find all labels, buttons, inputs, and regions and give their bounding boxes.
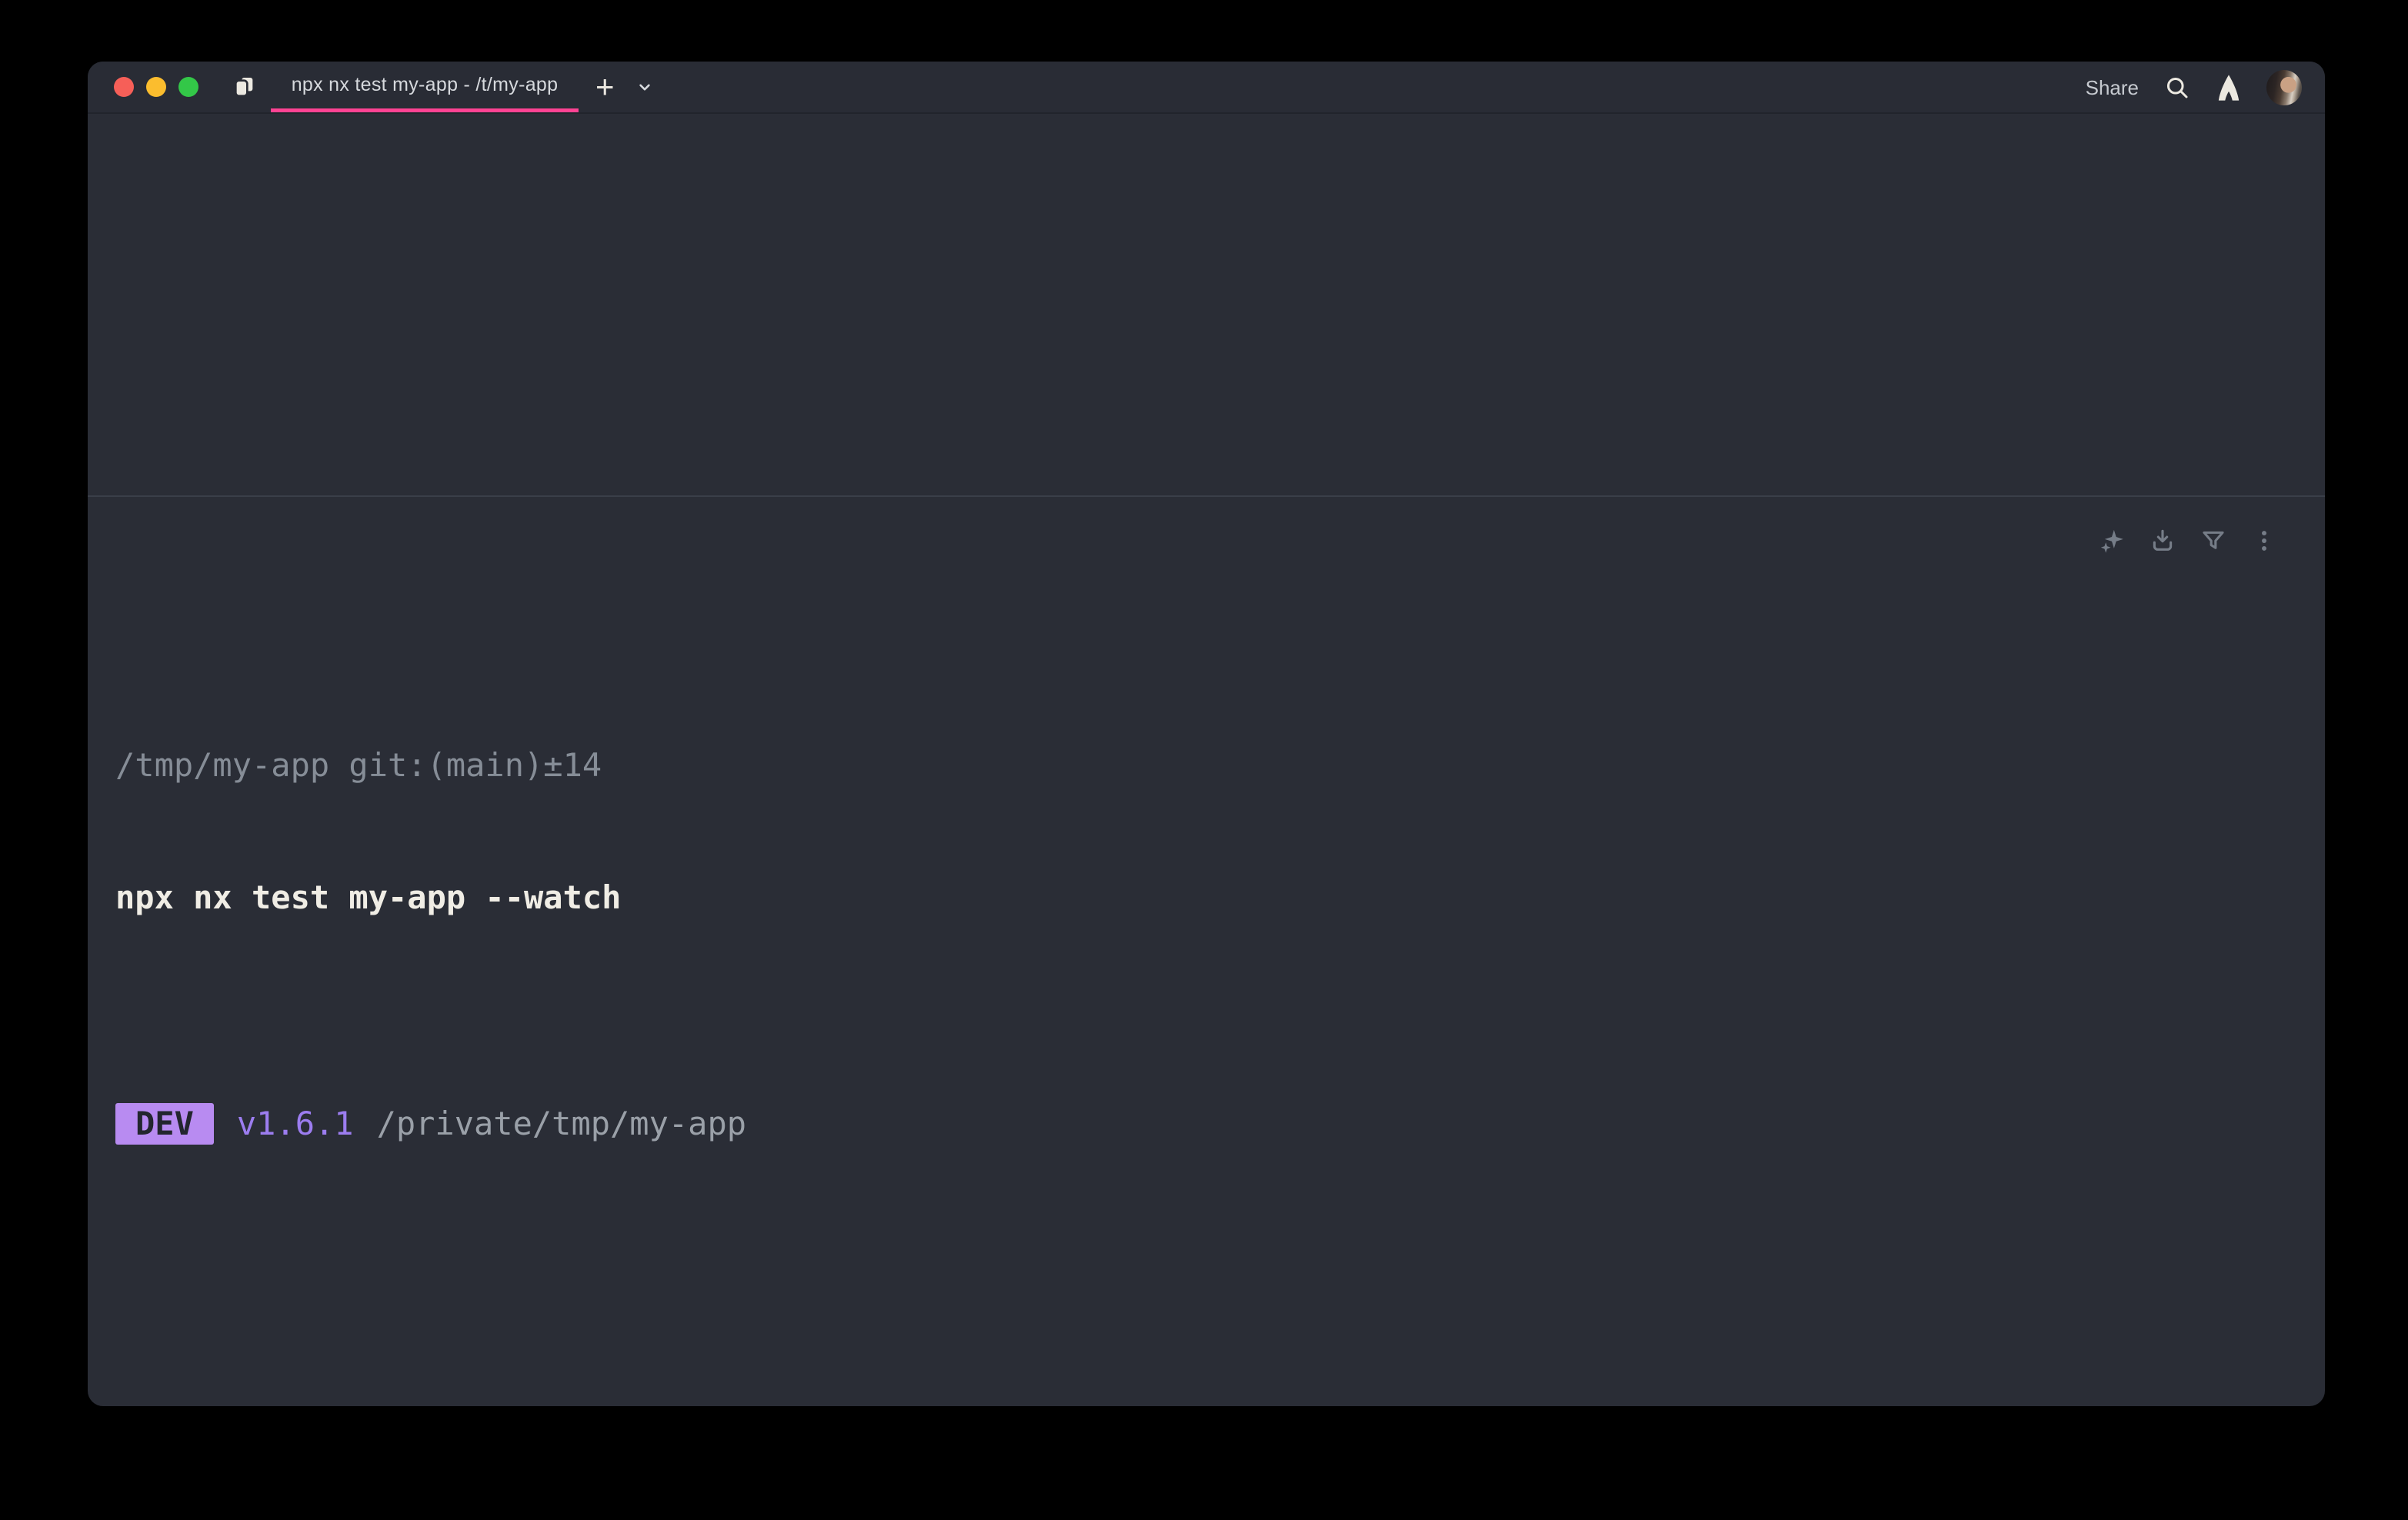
block-toolbar xyxy=(2099,528,2277,554)
filter-icon[interactable] xyxy=(2200,528,2226,554)
command-text[interactable]: npx nx test my-app --watch xyxy=(115,877,2279,918)
new-tab-button[interactable]: + xyxy=(595,71,615,103)
tab-title: npx nx test my-app - /t/my-app xyxy=(292,74,559,96)
test-tree: ✓src/app/app.component.spec.ts (3) ✓AppC… xyxy=(115,1312,2279,1406)
search-icon[interactable] xyxy=(2163,74,2191,102)
vitest-cwd: /private/tmp/my-app xyxy=(377,1103,746,1145)
vitest-header: DEV v1.6.1 /private/tmp/my-app xyxy=(115,1103,2279,1145)
share-button[interactable]: Share xyxy=(2086,76,2139,100)
dev-badge: DEV xyxy=(115,1103,214,1145)
shell-prompt: /tmp/my-app git:(main)±14 xyxy=(115,745,2279,786)
close-button[interactable] xyxy=(114,77,134,97)
pages-icon[interactable] xyxy=(229,72,260,102)
maximize-button[interactable] xyxy=(178,77,198,97)
previous-block[interactable] xyxy=(88,114,2325,497)
tab-active[interactable]: npx nx test my-app - /t/my-app xyxy=(271,62,579,112)
titlebar: npx nx test my-app - /t/my-app + Share xyxy=(88,62,2325,114)
titlebar-right-actions: Share xyxy=(2086,62,2302,114)
vitest-version: v1.6.1 xyxy=(237,1103,354,1145)
command-block[interactable]: /tmp/my-app git:(main)±14 npx nx test my… xyxy=(88,497,2325,1406)
warp-terminal-window: npx nx test my-app - /t/my-app + Share xyxy=(88,62,2325,1406)
sparkles-icon[interactable] xyxy=(2099,528,2125,554)
test-file-row: ✓src/app/app.component.spec.ts (3) xyxy=(115,1395,2279,1406)
download-icon[interactable] xyxy=(2150,528,2176,554)
traffic-lights xyxy=(88,77,215,97)
minimize-button[interactable] xyxy=(146,77,166,97)
warp-logo[interactable] xyxy=(2216,74,2242,102)
user-avatar[interactable] xyxy=(2266,70,2302,105)
chevron-down-icon[interactable] xyxy=(635,77,655,97)
kebab-menu-icon[interactable] xyxy=(2251,528,2277,554)
